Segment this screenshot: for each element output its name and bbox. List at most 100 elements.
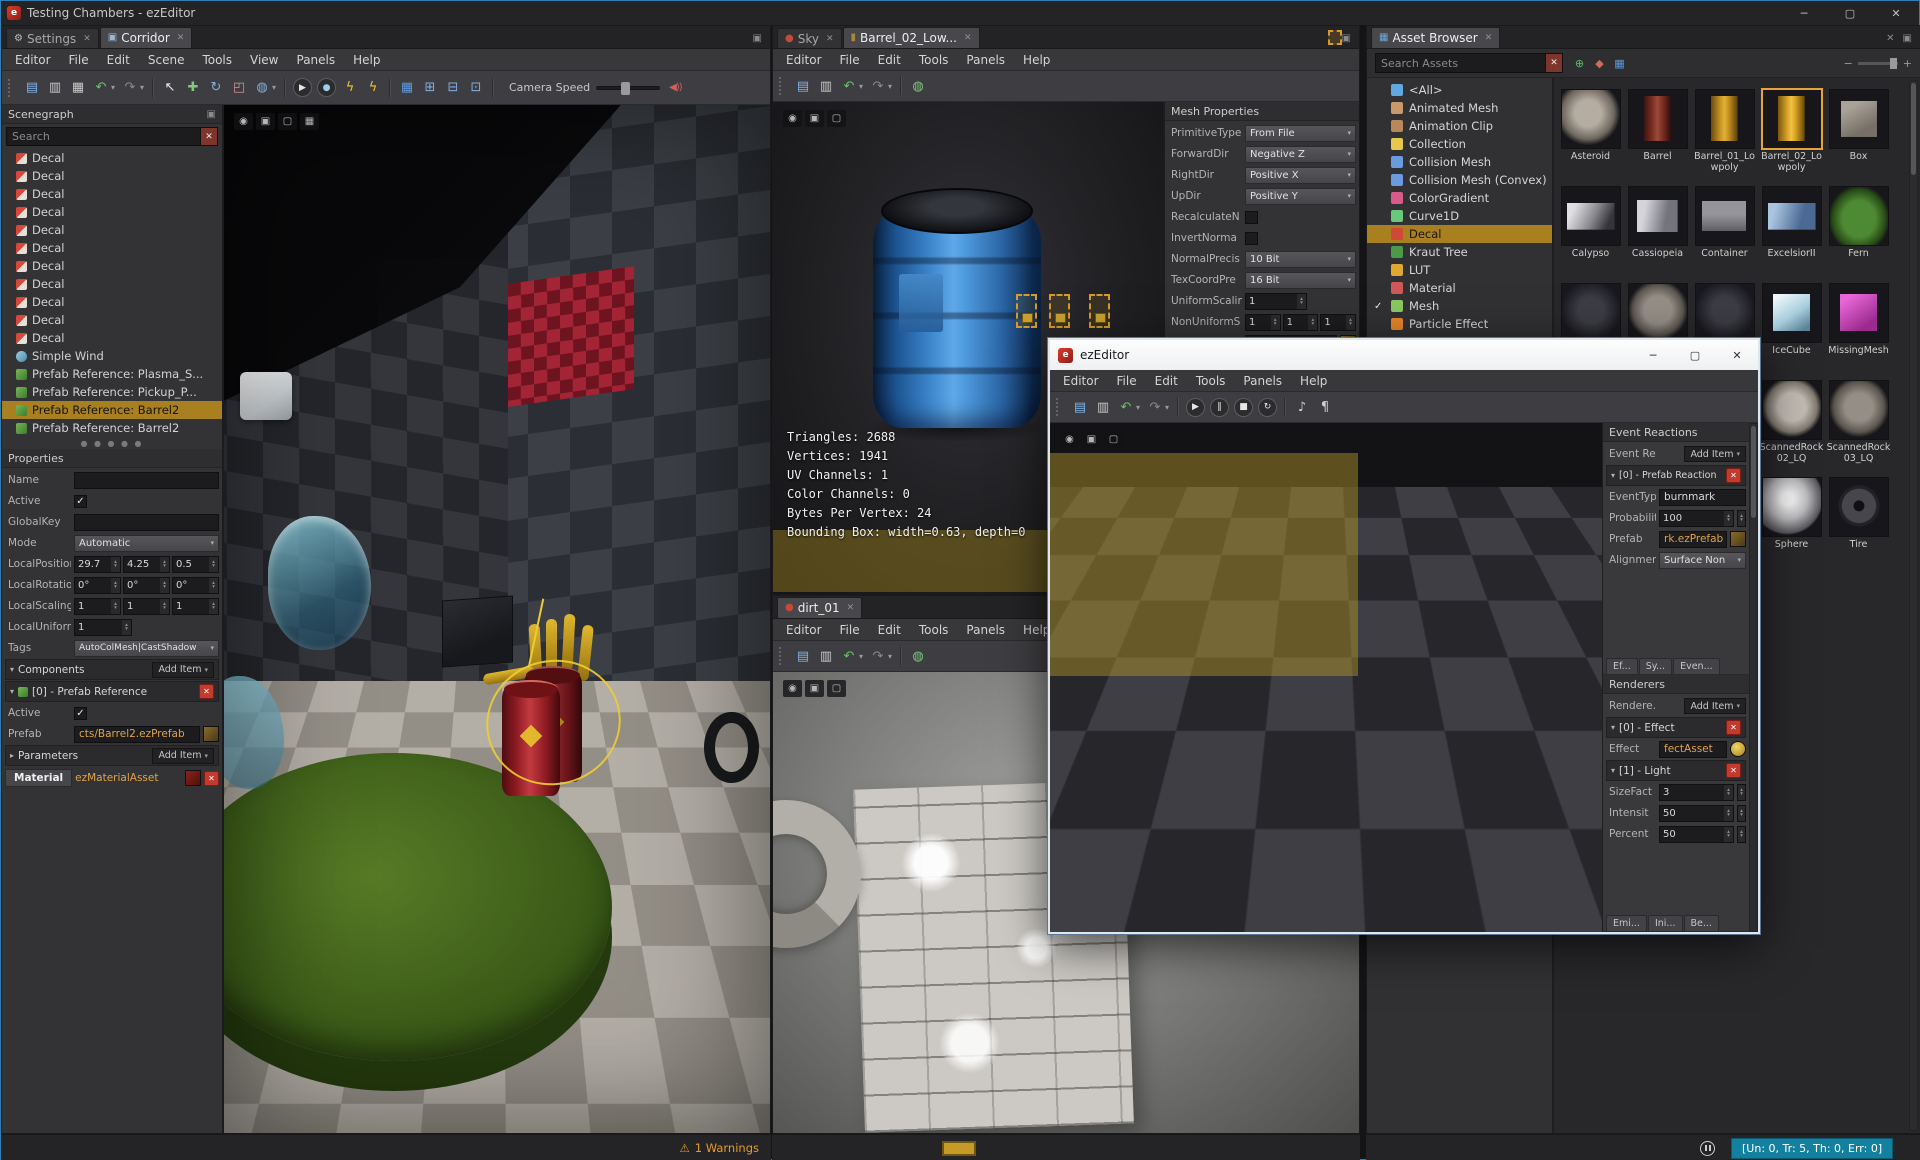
light-section-header[interactable]: ▾ [1] - Light ✕ [1606, 760, 1746, 781]
scenegraph-item[interactable]: Decal [2, 239, 222, 257]
name-field[interactable] [74, 471, 219, 489]
menu-tools[interactable]: Tools [910, 49, 958, 70]
asset-thumb[interactable]: MissingMesh [1825, 280, 1892, 377]
add-parameter-button[interactable]: Add Item [152, 747, 214, 764]
tab-close-icon[interactable]: ✕ [177, 33, 185, 43]
redo-options-icon[interactable]: ▾ [885, 645, 895, 667]
menu-help[interactable]: Help [1014, 49, 1059, 70]
menu-editor[interactable]: Editor [777, 49, 831, 70]
asset-thumb[interactable]: Box [1825, 86, 1892, 183]
up-dir-dropdown[interactable]: Positive Y [1245, 187, 1356, 205]
tab-close-icon[interactable]: ✕ [826, 34, 834, 44]
scenegraph-item[interactable]: Decal [2, 203, 222, 221]
tab-sky[interactable]: ● Sky ✕ [777, 28, 842, 48]
scenegraph-item[interactable]: Decal [2, 293, 222, 311]
undo-options-icon[interactable]: ▾ [108, 77, 118, 99]
minimize-button[interactable]: ─ [1632, 340, 1674, 370]
snap-position-icon[interactable]: ⊞ [419, 77, 441, 99]
sound-icon[interactable]: ♪ [1291, 396, 1313, 418]
scaling-y-stepper[interactable]: 1 [123, 597, 170, 615]
intensity-stepper[interactable]: 50 [1659, 804, 1734, 822]
render-mode-icon[interactable]: ◉ [783, 680, 802, 697]
scrollbar-thumb[interactable] [1751, 426, 1756, 518]
effect-section-header[interactable]: ▾ [0] - Effect ✕ [1606, 717, 1746, 738]
maximize-button[interactable]: ▢ [1674, 340, 1716, 370]
asset-type-item[interactable]: ✓ Collection [1367, 135, 1552, 153]
panel-splitter[interactable]: ● ● ● ● ● [2, 437, 222, 449]
menu-view[interactable]: View [241, 49, 287, 70]
menu-file[interactable]: File [831, 49, 869, 70]
asset-type-item[interactable]: ✓ Material [1367, 279, 1552, 297]
normal-precision-dropdown[interactable]: 10 Bit [1245, 250, 1356, 268]
active-checkbox[interactable]: ✓ [74, 494, 87, 508]
remove-light-button[interactable]: ✕ [1726, 763, 1741, 778]
asset-type-item[interactable]: ✓ Animated Mesh [1367, 99, 1552, 117]
prefab-asset-field[interactable]: cts/Barrel2.ezPrefab [74, 725, 200, 743]
nonuniform-x-stepper[interactable]: 1 [1245, 313, 1281, 331]
lightning-icon[interactable]: ϟ [362, 77, 384, 99]
asset-actions-icon[interactable]: ◆ [1590, 54, 1609, 73]
scenegraph-search-input[interactable] [6, 127, 201, 146]
transform-assets-icon[interactable]: ⊕ [1570, 54, 1589, 73]
slider-knob[interactable] [620, 81, 630, 95]
tags-dropdown[interactable]: AutoColMesh|CastShadow [74, 639, 219, 657]
scenegraph-item[interactable]: Simple Wind [2, 347, 222, 365]
asset-thumb[interactable]: IceCube [1758, 280, 1825, 377]
scenegraph-item[interactable]: Decal [2, 149, 222, 167]
separator[interactable] [389, 78, 391, 97]
open-icon[interactable]: ▥ [815, 645, 837, 667]
material-asset-value[interactable]: ezMaterialAsset [75, 772, 182, 784]
asset-thumb[interactable]: Fern [1825, 183, 1892, 280]
gizmo-options-icon[interactable]: ▾ [269, 77, 279, 99]
asset-type-item[interactable]: ✓ Kraut Tree [1367, 243, 1552, 261]
texcoord-precision-dropdown[interactable]: 16 Bit [1245, 271, 1356, 289]
menu-edit[interactable]: Edit [1146, 370, 1187, 391]
toolbar-grip[interactable] [8, 78, 15, 97]
particle-window-titlebar[interactable]: e ezEditor ─ ▢ ✕ [1050, 340, 1758, 370]
menu-editor[interactable]: Editor [1054, 370, 1108, 391]
section-tab[interactable]: Be... [1683, 915, 1719, 931]
menu-edit[interactable]: Edit [869, 619, 910, 640]
asset-type-item[interactable]: ✓ LUT [1367, 261, 1552, 279]
toolbar-grip[interactable] [1056, 398, 1063, 416]
asset-thumb[interactable]: Cassiopeia [1624, 183, 1691, 280]
view-options-icon[interactable]: ▦ [1610, 54, 1629, 73]
percentage-stepper[interactable]: 50 [1659, 825, 1734, 843]
minimize-button[interactable]: ─ [1781, 1, 1827, 25]
menu-edit[interactable]: Edit [98, 49, 139, 70]
scenegraph-item[interactable]: Prefab Reference: Barrel2 [2, 401, 222, 419]
remove-component-button[interactable]: ✕ [199, 684, 214, 699]
scrollbar-thumb[interactable] [1911, 83, 1916, 175]
scenegraph-item[interactable]: Prefab Reference: Pickup_P... [2, 383, 222, 401]
toolbar-grip[interactable] [779, 647, 786, 665]
asset-thumb[interactable]: Asteroid [1557, 86, 1624, 183]
parameters-section-header[interactable]: ▸ Parameters Add Item [5, 745, 219, 766]
section-tab[interactable]: Sy... [1638, 658, 1673, 674]
asset-type-item[interactable]: ✓ Particle Effect [1367, 315, 1552, 333]
asset-type-item[interactable]: ✓ Animation Clip [1367, 117, 1552, 135]
scenegraph-item[interactable]: Decal [2, 221, 222, 239]
prefab-reaction-section-header[interactable]: ▾ [0] - Prefab Reaction ✕ [1606, 465, 1746, 486]
pause-button[interactable]: ‖ [1210, 397, 1229, 417]
variance-stepper[interactable] [1737, 825, 1746, 843]
add-event-reaction-button[interactable]: Add Item [1684, 446, 1746, 462]
scenegraph-item[interactable]: Decal [2, 167, 222, 185]
rotate-gizmo-icon[interactable]: ↻ [205, 77, 227, 99]
log-icon[interactable]: ¶ [1314, 396, 1336, 418]
snap-rotation-icon[interactable]: ⊟ [442, 77, 464, 99]
asset-thumb[interactable]: ScannedRock02_LQ [1758, 377, 1825, 474]
tab-close-icon[interactable]: ✕ [847, 603, 855, 613]
menu-tools[interactable]: Tools [1187, 370, 1235, 391]
menu-panels[interactable]: Panels [957, 619, 1014, 640]
camera-speed-slider[interactable] [596, 81, 661, 95]
snap-scale-icon[interactable]: ⊡ [465, 77, 487, 99]
simulate-icon[interactable]: ● [317, 78, 336, 97]
right-dir-dropdown[interactable]: Positive X [1245, 166, 1356, 184]
open-icon[interactable]: ▥ [815, 75, 837, 97]
particle-viewport[interactable]: ◉ ▣ ▢ [1050, 423, 1602, 932]
tab-close-icon[interactable]: ✕ [1485, 33, 1493, 43]
maximize-viewport-icon[interactable]: ▢ [278, 113, 297, 130]
asset-thumb[interactable]: Barrel_02_Lowpoly [1758, 86, 1825, 183]
tab-asset-browser[interactable]: ▦ Asset Browser ✕ [1371, 27, 1501, 48]
dock-options-icon[interactable]: ▣ [753, 33, 762, 44]
